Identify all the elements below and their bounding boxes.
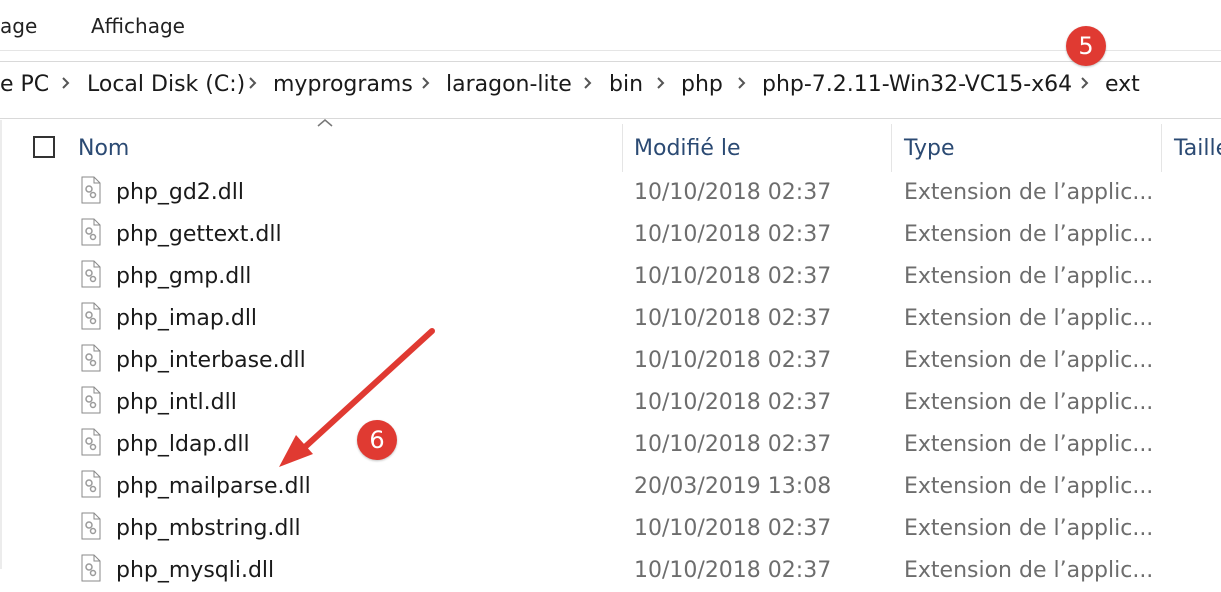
file-name[interactable]: php_interbase.dll — [116, 348, 306, 373]
column-divider[interactable] — [891, 124, 892, 172]
file-modified: 10/10/2018 02:37 — [634, 558, 832, 583]
chevron-right-icon[interactable] — [1078, 73, 1092, 93]
file-row[interactable]: php_mailparse.dll 20/03/2019 13:08 Exten… — [0, 466, 1221, 508]
menu-item-partial[interactable]: age — [0, 14, 37, 38]
file-row[interactable]: php_mbstring.dll 10/10/2018 02:37 Extens… — [0, 508, 1221, 550]
breadcrumb-bin[interactable]: bin — [609, 72, 643, 97]
breadcrumb-ext[interactable]: ext — [1105, 72, 1140, 97]
file-name[interactable]: php_intl.dll — [116, 390, 237, 415]
column-header-name[interactable]: Nom — [78, 136, 129, 161]
file-row[interactable]: php_ldap.dll 10/10/2018 02:37 Extension … — [0, 424, 1221, 466]
file-name[interactable]: php_mbstring.dll — [116, 516, 301, 541]
file-modified: 20/03/2019 13:08 — [634, 474, 832, 499]
address-bar-bottom-border — [0, 118, 1221, 119]
file-modified: 10/10/2018 02:37 — [634, 306, 832, 331]
file-modified: 10/10/2018 02:37 — [634, 180, 832, 205]
file-name[interactable]: php_gettext.dll — [116, 222, 282, 247]
step-6-badge: 6 — [357, 420, 397, 460]
dll-file-icon — [80, 428, 102, 456]
breadcrumb-this-pc[interactable]: e PC — [0, 72, 49, 97]
dll-file-icon — [80, 176, 102, 204]
file-name[interactable]: php_gd2.dll — [116, 180, 244, 205]
file-type: Extension de l’applic... — [904, 474, 1154, 499]
menu-item-view[interactable]: Affichage — [91, 14, 185, 38]
column-header-size[interactable]: Taille — [1174, 136, 1221, 161]
chevron-right-icon[interactable] — [246, 73, 260, 93]
dll-file-icon — [80, 302, 102, 330]
column-header-modified[interactable]: Modifié le — [634, 136, 741, 161]
file-name[interactable]: php_ldap.dll — [116, 432, 250, 457]
file-name[interactable]: php_mailparse.dll — [116, 474, 311, 499]
file-name[interactable]: php_mysqli.dll — [116, 558, 274, 583]
breadcrumb-local-disk[interactable]: Local Disk (C:) — [87, 72, 245, 97]
column-divider[interactable] — [1161, 124, 1162, 172]
file-row[interactable]: php_gd2.dll 10/10/2018 02:37 Extension d… — [0, 172, 1221, 214]
file-row[interactable]: php_mysqli.dll 10/10/2018 02:37 Extensio… — [0, 550, 1221, 592]
file-type: Extension de l’applic... — [904, 390, 1154, 415]
chevron-right-icon[interactable] — [581, 73, 595, 93]
file-type: Extension de l’applic... — [904, 516, 1154, 541]
column-header-type[interactable]: Type — [904, 136, 955, 161]
file-row[interactable]: php_interbase.dll 10/10/2018 02:37 Exten… — [0, 340, 1221, 382]
file-type: Extension de l’applic... — [904, 348, 1154, 373]
breadcrumb-php-version[interactable]: php-7.2.11-Win32-VC15-x64 — [762, 72, 1072, 97]
file-modified: 10/10/2018 02:37 — [634, 264, 832, 289]
file-type: Extension de l’applic... — [904, 432, 1154, 457]
file-modified: 10/10/2018 02:37 — [634, 516, 832, 541]
breadcrumb-php[interactable]: php — [681, 72, 723, 97]
file-row[interactable]: php_imap.dll 10/10/2018 02:37 Extension … — [0, 298, 1221, 340]
select-all-checkbox[interactable] — [33, 136, 55, 158]
file-type: Extension de l’applic... — [904, 306, 1154, 331]
file-type: Extension de l’applic... — [904, 180, 1154, 205]
ribbon-divider — [0, 50, 1221, 51]
chevron-right-icon[interactable] — [59, 73, 73, 93]
file-name[interactable]: php_gmp.dll — [116, 264, 251, 289]
file-row[interactable]: php_gmp.dll 10/10/2018 02:37 Extension d… — [0, 256, 1221, 298]
file-modified: 10/10/2018 02:37 — [634, 222, 832, 247]
file-type: Extension de l’applic... — [904, 222, 1154, 247]
chevron-right-icon[interactable] — [419, 73, 433, 93]
file-row[interactable]: php_intl.dll 10/10/2018 02:37 Extension … — [0, 382, 1221, 424]
file-name[interactable]: php_imap.dll — [116, 306, 257, 331]
dll-file-icon — [80, 512, 102, 540]
dll-file-icon — [80, 344, 102, 372]
file-type: Extension de l’applic... — [904, 264, 1154, 289]
address-bar-top-border — [0, 61, 1221, 62]
chevron-right-icon[interactable] — [735, 73, 749, 93]
file-row[interactable]: php_gettext.dll 10/10/2018 02:37 Extensi… — [0, 214, 1221, 256]
dll-file-icon — [80, 554, 102, 582]
chevron-right-icon[interactable] — [654, 73, 668, 93]
breadcrumb-myprograms[interactable]: myprograms — [273, 72, 413, 97]
breadcrumb-laragon-lite[interactable]: laragon-lite — [446, 72, 572, 97]
sort-ascending-icon — [316, 118, 334, 128]
file-modified: 10/10/2018 02:37 — [634, 390, 832, 415]
dll-file-icon — [80, 260, 102, 288]
file-type: Extension de l’applic... — [904, 558, 1154, 583]
dll-file-icon — [80, 218, 102, 246]
step-5-badge: 5 — [1066, 26, 1106, 66]
file-modified: 10/10/2018 02:37 — [634, 432, 832, 457]
column-divider[interactable] — [622, 124, 623, 172]
dll-file-icon — [80, 470, 102, 498]
dll-file-icon — [80, 386, 102, 414]
file-modified: 10/10/2018 02:37 — [634, 348, 832, 373]
